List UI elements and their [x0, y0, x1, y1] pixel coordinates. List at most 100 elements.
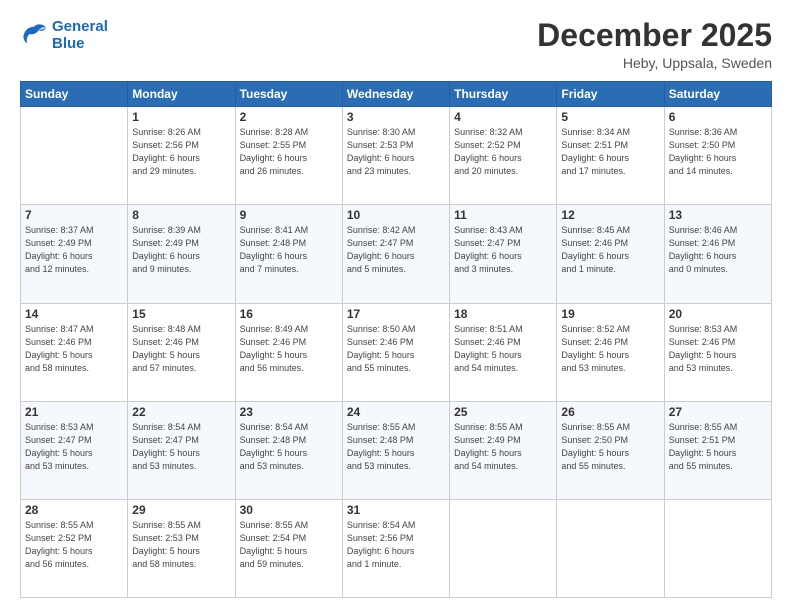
day-info: Sunrise: 8:53 AM Sunset: 2:47 PM Dayligh…	[25, 421, 123, 473]
logo-line2: Blue	[52, 35, 108, 52]
calendar-cell: 7Sunrise: 8:37 AM Sunset: 2:49 PM Daylig…	[21, 205, 128, 303]
week-row-4: 21 Sunrise: 8:53 AM Sunset: 2:47 PM Dayli…	[21, 401, 772, 499]
day-number: 24	[347, 405, 445, 419]
day-number: 5	[561, 110, 659, 124]
day-header-saturday: Saturday	[664, 82, 771, 107]
day-number: 29	[132, 503, 230, 517]
day-info: Sunrise: 8:54 AM Sunset: 2:56 PM Dayligh…	[347, 519, 445, 571]
day-header-monday: Monday	[128, 82, 235, 107]
day-info: Sunrise: 8:45 AM Sunset: 2:46 PM Dayligh…	[561, 224, 659, 276]
day-number: 26	[561, 405, 659, 419]
day-header-sunday: Sunday	[21, 82, 128, 107]
calendar-cell: 14 Sunrise: 8:47 AM Sunset: 2:46 PM Dayli…	[21, 303, 128, 401]
logo-line1: General	[52, 18, 108, 35]
day-header-wednesday: Wednesday	[342, 82, 449, 107]
calendar-cell: 20 Sunrise: 8:53 AM Sunset: 2:46 PM Dayli…	[664, 303, 771, 401]
calendar-cell	[450, 499, 557, 597]
week-row-2: 7Sunrise: 8:37 AM Sunset: 2:49 PM Daylig…	[21, 205, 772, 303]
calendar-cell: 6 Sunrise: 8:36 AM Sunset: 2:50 PM Daylig…	[664, 107, 771, 205]
calendar-cell: 16Sunrise: 8:49 AM Sunset: 2:46 PM Dayli…	[235, 303, 342, 401]
day-info: Sunrise: 8:53 AM Sunset: 2:46 PM Dayligh…	[669, 323, 767, 375]
calendar-cell: 23 Sunrise: 8:54 AM Sunset: 2:48 PM Dayli…	[235, 401, 342, 499]
calendar-cell: 29 Sunrise: 8:55 AM Sunset: 2:53 PM Dayli…	[128, 499, 235, 597]
day-header-tuesday: Tuesday	[235, 82, 342, 107]
week-row-3: 14 Sunrise: 8:47 AM Sunset: 2:46 PM Dayli…	[21, 303, 772, 401]
day-number: 28	[25, 503, 123, 517]
calendar-cell: 26Sunrise: 8:55 AM Sunset: 2:50 PM Dayli…	[557, 401, 664, 499]
calendar-cell: 10Sunrise: 8:42 AM Sunset: 2:47 PM Dayli…	[342, 205, 449, 303]
day-number: 8	[132, 208, 230, 222]
day-info: Sunrise: 8:52 AM Sunset: 2:46 PM Dayligh…	[561, 323, 659, 375]
logo-icon	[20, 23, 48, 47]
calendar-cell: 18 Sunrise: 8:51 AM Sunset: 2:46 PM Dayli…	[450, 303, 557, 401]
calendar-cell: 4Sunrise: 8:32 AM Sunset: 2:52 PM Daylig…	[450, 107, 557, 205]
calendar-cell: 17Sunrise: 8:50 AM Sunset: 2:46 PM Dayli…	[342, 303, 449, 401]
day-number: 15	[132, 307, 230, 321]
day-info: Sunrise: 8:55 AM Sunset: 2:54 PM Dayligh…	[240, 519, 338, 571]
day-info: Sunrise: 8:47 AM Sunset: 2:46 PM Dayligh…	[25, 323, 123, 375]
day-number: 25	[454, 405, 552, 419]
week-row-1: 1 Sunrise: 8:26 AM Sunset: 2:56 PM Daylig…	[21, 107, 772, 205]
day-info: Sunrise: 8:55 AM Sunset: 2:48 PM Dayligh…	[347, 421, 445, 473]
day-header-friday: Friday	[557, 82, 664, 107]
calendar-cell: 21 Sunrise: 8:53 AM Sunset: 2:47 PM Dayli…	[21, 401, 128, 499]
day-info: Sunrise: 8:36 AM Sunset: 2:50 PM Dayligh…	[669, 126, 767, 178]
calendar-cell	[21, 107, 128, 205]
calendar-cell: 1 Sunrise: 8:26 AM Sunset: 2:56 PM Daylig…	[128, 107, 235, 205]
day-info: Sunrise: 8:55 AM Sunset: 2:49 PM Dayligh…	[454, 421, 552, 473]
day-info: Sunrise: 8:50 AM Sunset: 2:46 PM Dayligh…	[347, 323, 445, 375]
day-number: 22	[132, 405, 230, 419]
day-number: 27	[669, 405, 767, 419]
subtitle: Heby, Uppsala, Sweden	[537, 55, 772, 71]
day-number: 10	[347, 208, 445, 222]
day-info: Sunrise: 8:41 AM Sunset: 2:48 PM Dayligh…	[240, 224, 338, 276]
calendar-cell: 12 Sunrise: 8:45 AM Sunset: 2:46 PM Dayli…	[557, 205, 664, 303]
calendar-cell: 11 Sunrise: 8:43 AM Sunset: 2:47 PM Dayli…	[450, 205, 557, 303]
day-number: 1	[132, 110, 230, 124]
day-number: 12	[561, 208, 659, 222]
day-number: 18	[454, 307, 552, 321]
day-info: Sunrise: 8:49 AM Sunset: 2:46 PM Dayligh…	[240, 323, 338, 375]
day-info: Sunrise: 8:55 AM Sunset: 2:52 PM Dayligh…	[25, 519, 123, 571]
day-number: 13	[669, 208, 767, 222]
calendar-cell: 2Sunrise: 8:28 AM Sunset: 2:55 PM Daylig…	[235, 107, 342, 205]
day-number: 11	[454, 208, 552, 222]
calendar-cell: 8 Sunrise: 8:39 AM Sunset: 2:49 PM Daylig…	[128, 205, 235, 303]
calendar-cell: 22Sunrise: 8:54 AM Sunset: 2:47 PM Dayli…	[128, 401, 235, 499]
calendar-table: SundayMondayTuesdayWednesdayThursdayFrid…	[20, 81, 772, 598]
calendar-cell	[557, 499, 664, 597]
day-info: Sunrise: 8:43 AM Sunset: 2:47 PM Dayligh…	[454, 224, 552, 276]
day-info: Sunrise: 8:34 AM Sunset: 2:51 PM Dayligh…	[561, 126, 659, 178]
day-info: Sunrise: 8:54 AM Sunset: 2:48 PM Dayligh…	[240, 421, 338, 473]
day-info: Sunrise: 8:55 AM Sunset: 2:51 PM Dayligh…	[669, 421, 767, 473]
calendar-cell: 27 Sunrise: 8:55 AM Sunset: 2:51 PM Dayli…	[664, 401, 771, 499]
day-info: Sunrise: 8:26 AM Sunset: 2:56 PM Dayligh…	[132, 126, 230, 178]
day-number: 9	[240, 208, 338, 222]
day-info: Sunrise: 8:39 AM Sunset: 2:49 PM Dayligh…	[132, 224, 230, 276]
day-info: Sunrise: 8:30 AM Sunset: 2:53 PM Dayligh…	[347, 126, 445, 178]
title-block: December 2025 Heby, Uppsala, Sweden	[537, 18, 772, 71]
calendar-cell: 9 Sunrise: 8:41 AM Sunset: 2:48 PM Daylig…	[235, 205, 342, 303]
calendar-cell: 19Sunrise: 8:52 AM Sunset: 2:46 PM Dayli…	[557, 303, 664, 401]
header: General Blue December 2025 Heby, Uppsala…	[20, 18, 772, 71]
calendar-cell: 13Sunrise: 8:46 AM Sunset: 2:46 PM Dayli…	[664, 205, 771, 303]
day-number: 4	[454, 110, 552, 124]
day-info: Sunrise: 8:51 AM Sunset: 2:46 PM Dayligh…	[454, 323, 552, 375]
day-info: Sunrise: 8:37 AM Sunset: 2:49 PM Dayligh…	[25, 224, 123, 276]
week-row-5: 28 Sunrise: 8:55 AM Sunset: 2:52 PM Dayli…	[21, 499, 772, 597]
day-number: 20	[669, 307, 767, 321]
day-number: 21	[25, 405, 123, 419]
calendar-cell: 5 Sunrise: 8:34 AM Sunset: 2:51 PM Daylig…	[557, 107, 664, 205]
day-number: 23	[240, 405, 338, 419]
day-number: 31	[347, 503, 445, 517]
day-number: 6	[669, 110, 767, 124]
day-info: Sunrise: 8:55 AM Sunset: 2:53 PM Dayligh…	[132, 519, 230, 571]
calendar-cell: 31 Sunrise: 8:54 AM Sunset: 2:56 PM Dayli…	[342, 499, 449, 597]
day-header-thursday: Thursday	[450, 82, 557, 107]
main-title: December 2025	[537, 18, 772, 53]
day-number: 14	[25, 307, 123, 321]
calendar-cell: 3Sunrise: 8:30 AM Sunset: 2:53 PM Daylig…	[342, 107, 449, 205]
logo: General Blue	[20, 18, 108, 53]
calendar-cell	[664, 499, 771, 597]
calendar-cell: 30Sunrise: 8:55 AM Sunset: 2:54 PM Dayli…	[235, 499, 342, 597]
